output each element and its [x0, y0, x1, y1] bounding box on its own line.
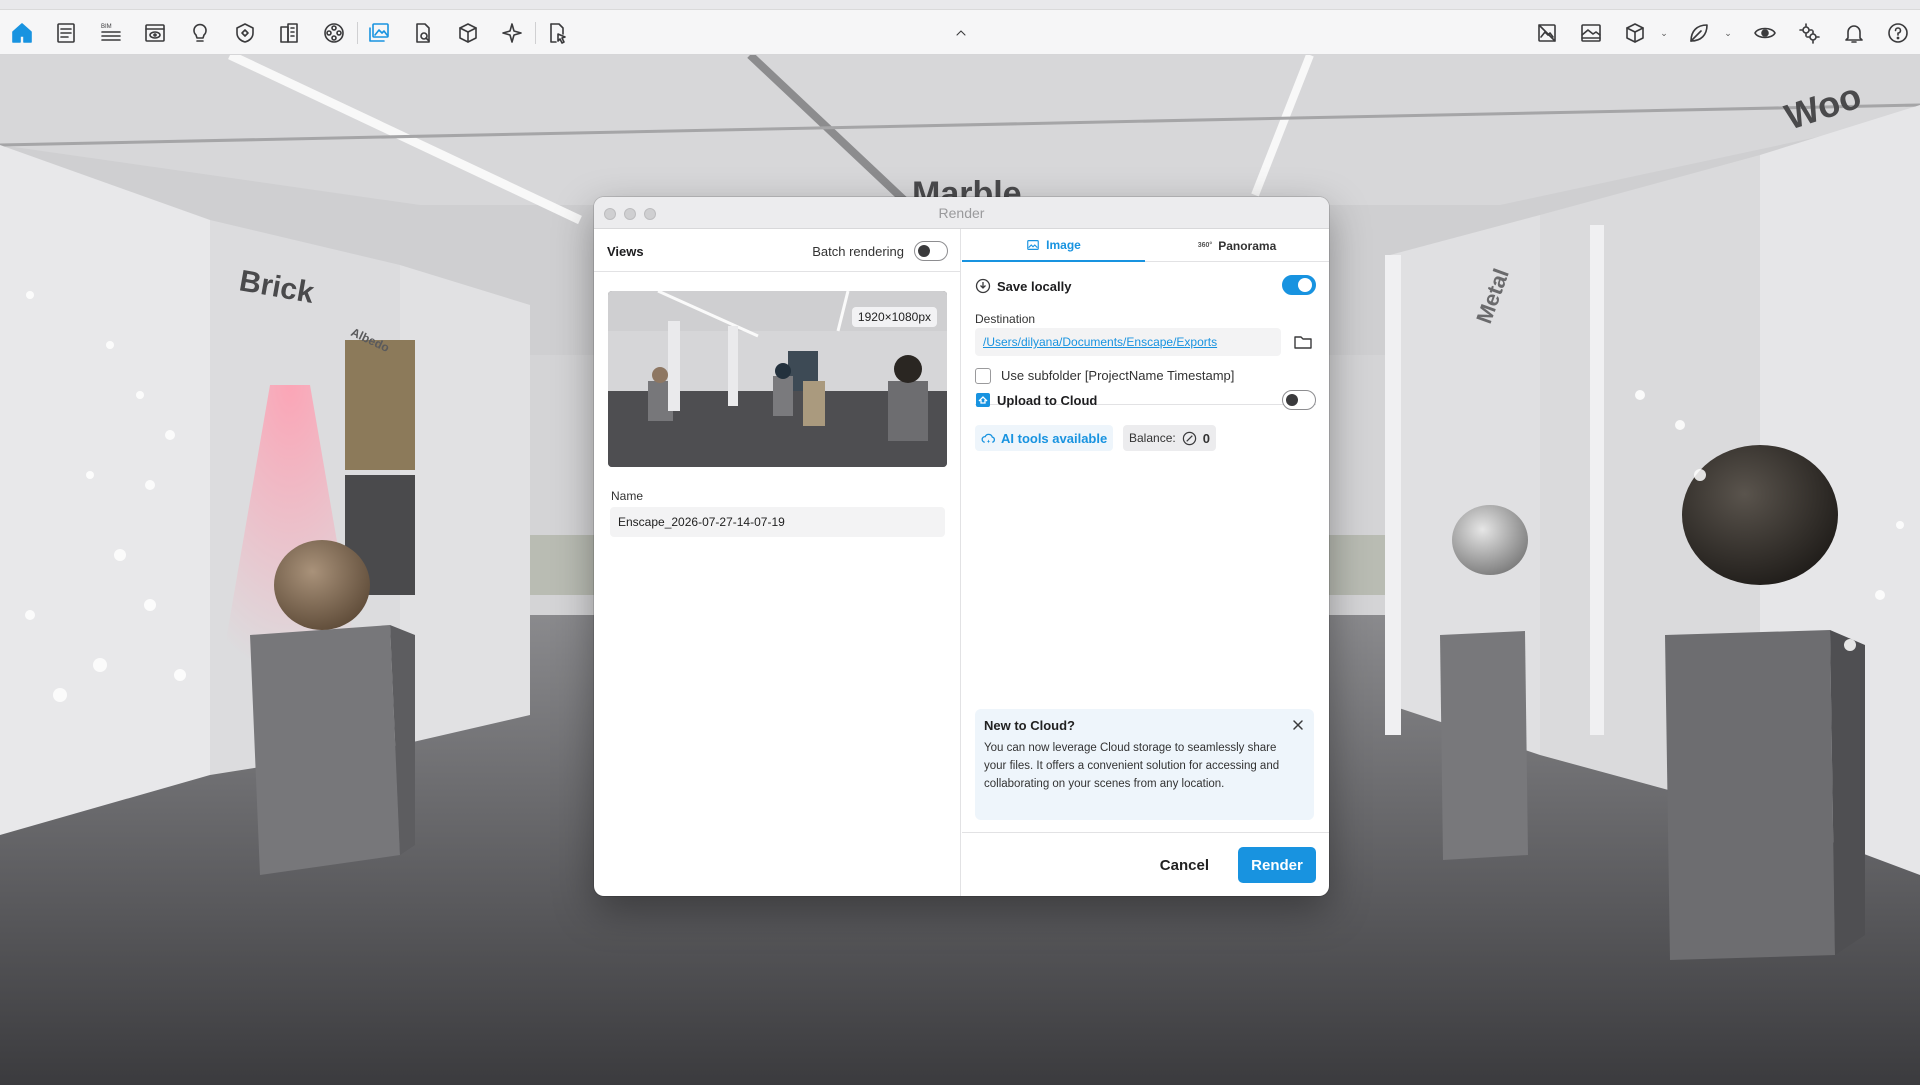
no-image-icon[interactable] [1530, 16, 1564, 50]
help-icon[interactable] [1881, 16, 1915, 50]
save-locally-heading: Save locally [975, 278, 1071, 294]
view-thumbnail[interactable]: 1920×1080px [608, 291, 947, 467]
use-subfolder-checkbox[interactable] [975, 368, 991, 384]
balance-value: 0 [1202, 430, 1210, 446]
bell-icon[interactable] [1837, 16, 1871, 50]
home-icon[interactable] [5, 16, 39, 50]
views-header: Views Batch rendering [594, 229, 960, 272]
destination-path-link[interactable]: /Users/dilyana/Documents/Enscape/Exports [975, 328, 1281, 356]
save-locally-label: Save locally [997, 278, 1072, 294]
ai-tools-available-link[interactable]: AI tools available [975, 425, 1114, 451]
building-icon[interactable] [272, 16, 306, 50]
render-image-icon[interactable] [362, 16, 396, 50]
resolution-badge: 1920×1080px [851, 307, 937, 327]
views-pane: Views Batch rendering 1920×1080px Name E… [594, 229, 961, 896]
tab-panorama-label: Panorama [1218, 238, 1277, 253]
batch-rendering-toggle[interactable] [914, 241, 948, 261]
eye-icon[interactable] [1748, 16, 1782, 50]
main-toolbar: BIM ⌄ ⌄ [0, 10, 1920, 55]
info-text: You can now leverage Cloud storage to se… [984, 742, 1280, 790]
toggle-knob [1286, 393, 1298, 406]
toolbar-separator [535, 22, 536, 44]
sparkle-icon[interactable] [495, 16, 529, 50]
lightbulb-icon[interactable] [183, 16, 217, 50]
toggle-knob [918, 244, 930, 257]
close-icon[interactable] [1291, 718, 1305, 732]
balance-chip: Balance: 0 [1123, 425, 1216, 451]
credits-coin-icon [1182, 431, 1196, 445]
upload-to-cloud-label: Upload to Cloud [997, 392, 1098, 408]
ai-cloud-icon [981, 433, 996, 443]
ai-tools-label: AI tools available [1001, 430, 1108, 446]
info-title: New to Cloud? [984, 718, 1075, 733]
bim-label: BIM [101, 24, 112, 30]
view-eye-icon[interactable] [138, 16, 172, 50]
cube-icon[interactable] [451, 16, 485, 50]
panorama-360-icon: 360° [1197, 242, 1213, 249]
tab-panorama[interactable]: 360° Panorama [1145, 229, 1329, 262]
new-to-cloud-info: New to Cloud? You can now leverage Cloud… [975, 709, 1314, 820]
balance-label: Balance: [1129, 431, 1176, 445]
shield-icon[interactable] [228, 16, 262, 50]
name-label: Name [611, 489, 644, 503]
save-locally-toggle[interactable] [1282, 275, 1316, 295]
render-button[interactable]: Render [1238, 847, 1316, 883]
toolbar-separator [357, 22, 358, 44]
file-cursor-icon[interactable] [540, 16, 574, 50]
upload-to-cloud-toggle[interactable] [1282, 390, 1316, 410]
doc-export-icon[interactable] [406, 16, 440, 50]
views-title: Views [607, 244, 644, 259]
tab-image[interactable]: Image [962, 229, 1145, 262]
destination-label: Destination [975, 312, 1036, 326]
toggle-knob [1298, 277, 1312, 292]
settings-pane: Image 360° Panorama Save locally Destina… [962, 229, 1329, 896]
render-dialog: Render Views Batch rendering 1920×1080px… [594, 197, 1329, 896]
gears-icon[interactable] [1792, 16, 1826, 50]
batch-rendering-label: Batch rendering [812, 244, 904, 259]
tab-image-label: Image [1046, 237, 1081, 252]
document-icon[interactable] [49, 16, 83, 50]
dialog-title: Render [938, 205, 985, 221]
use-subfolder-label: Use subfolder [ProjectName Timestamp] [1001, 368, 1235, 383]
film-reel-icon[interactable] [317, 16, 351, 50]
cloud-upload-icon [976, 393, 990, 407]
folder-icon[interactable] [1292, 332, 1314, 352]
cube-settings-icon[interactable] [1618, 16, 1652, 50]
cancel-button[interactable]: Cancel [1150, 848, 1219, 882]
download-icon [975, 278, 991, 294]
dialog-titlebar[interactable]: Render [594, 197, 1329, 229]
image-icon [1027, 239, 1039, 250]
leaf-icon[interactable] [1682, 16, 1716, 50]
name-input[interactable] [610, 507, 945, 537]
collapse-toolbar-icon[interactable] [944, 16, 978, 50]
render-type-tabs: Image 360° Panorama [962, 229, 1329, 262]
chevron-down-icon[interactable]: ⌄ [1659, 24, 1669, 42]
window-top-strip [0, 0, 1920, 10]
dialog-footer: Cancel Render [962, 832, 1329, 896]
texture-icon[interactable] [1574, 16, 1608, 50]
bim-icon[interactable]: BIM [94, 16, 128, 50]
chevron-down-icon[interactable]: ⌄ [1723, 24, 1733, 42]
upload-to-cloud-row: Upload to Cloud [975, 392, 1097, 408]
